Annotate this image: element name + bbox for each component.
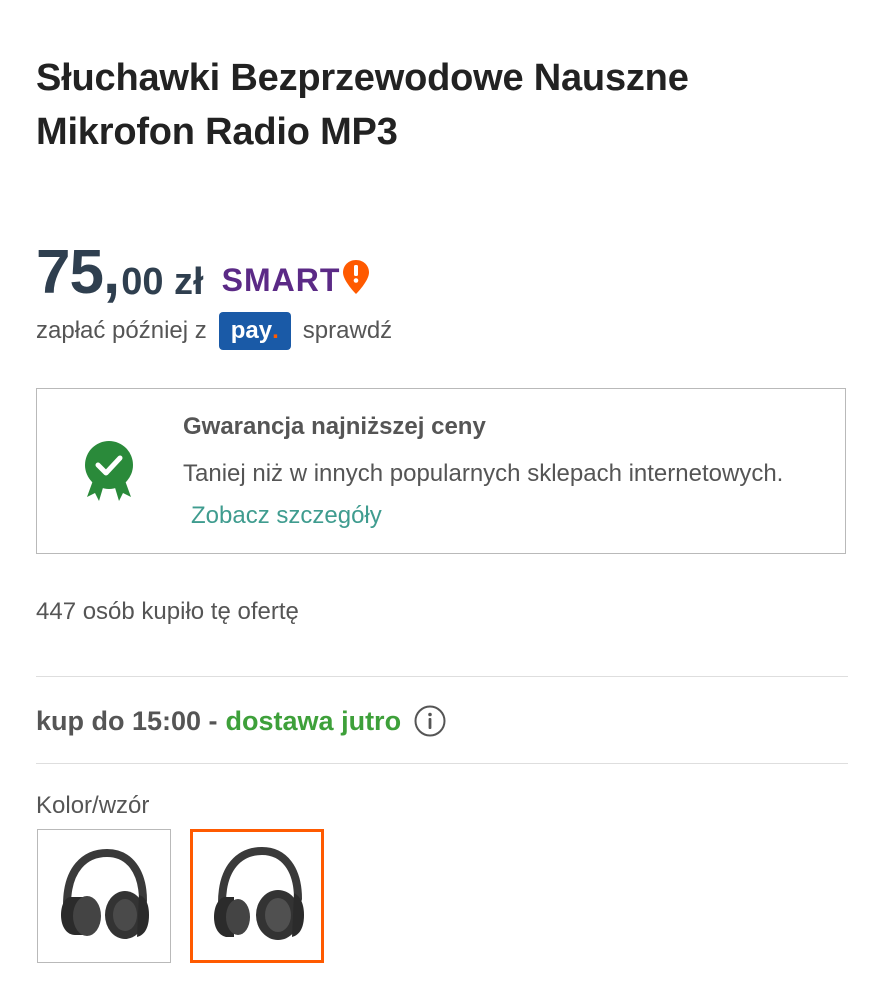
pay-logo-label: pay: [230, 317, 273, 344]
divider: [36, 763, 848, 764]
price-row: 75, 00 zł SMART: [36, 232, 370, 304]
guarantee-text-block: Taniej niż w innych popularnych sklepach…: [183, 453, 803, 537]
variant-option-1[interactable]: [37, 829, 171, 963]
lowest-price-guarantee: Gwarancja najniższej ceny Taniej niż w i…: [36, 388, 846, 554]
guarantee-badge-icon: [81, 439, 137, 510]
pay-later-text: zapłać później z: [36, 317, 207, 344]
smart-badge-label: SMART: [221, 261, 341, 298]
variant-label: Kolor/wzór: [36, 792, 150, 819]
price-integer: 75,: [36, 238, 120, 307]
variant-option-2[interactable]: [190, 829, 324, 963]
pay-logo[interactable]: pay.: [218, 312, 291, 350]
buyers-count: 447 osób kupiło tę ofertę: [36, 598, 299, 625]
divider: [36, 676, 848, 677]
guarantee-text: Taniej niż w innych popularnych sklepach…: [183, 460, 784, 487]
smart-badge[interactable]: SMART: [222, 259, 371, 300]
headphones-icon: [202, 839, 312, 954]
headphones-icon: [49, 839, 159, 954]
pay-logo-dot: .: [272, 317, 279, 344]
delivery-deadline: kup do 15:00 -: [36, 705, 218, 736]
price-fraction: 00 zł: [121, 261, 204, 303]
check-link[interactable]: sprawdź: [303, 317, 392, 345]
product-title: Słuchawki Bezprzewodowe Nauszne Mikrofon…: [36, 57, 689, 154]
delivery-tomorrow: dostawa jutro: [225, 705, 402, 736]
guarantee-title: Gwarancja najniższej ceny: [183, 413, 486, 440]
delivery-info: kup do 15:00 - dostawa jutro: [36, 704, 447, 738]
guarantee-details-link[interactable]: Zobacz szczegóły: [191, 502, 382, 529]
smart-pin-icon: [342, 259, 370, 300]
info-icon[interactable]: [413, 704, 447, 738]
pay-later-row: zapłać później z pay. sprawdź: [36, 312, 392, 350]
